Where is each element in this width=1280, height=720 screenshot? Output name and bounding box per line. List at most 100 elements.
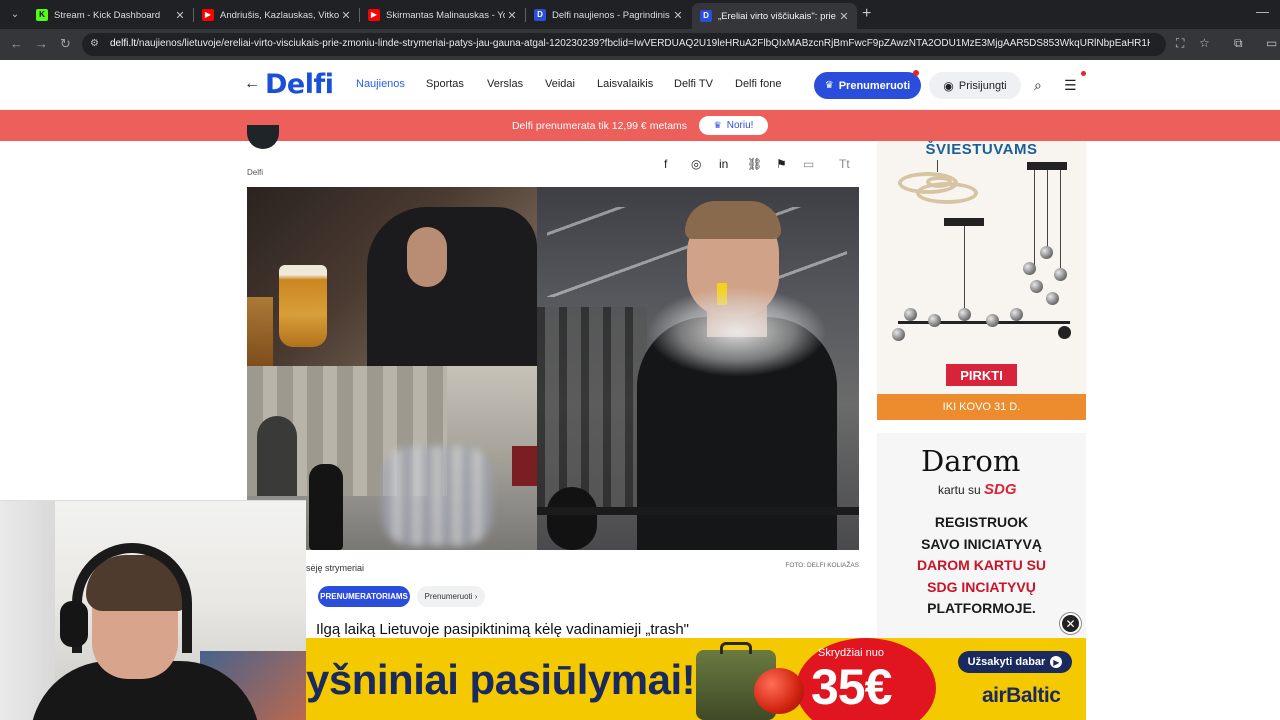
lamp-canopy xyxy=(1027,162,1067,170)
sdg-subtitle: kartu su SDG xyxy=(938,481,1017,498)
webcam-overlay xyxy=(0,500,306,720)
tomato-icon xyxy=(754,668,804,714)
url-host: delfi.lt xyxy=(110,38,137,49)
lamp-ball xyxy=(1054,268,1067,281)
sdg-line: REGISTRUOK xyxy=(934,514,1029,530)
url-bar[interactable]: ⚙ delfi.lt/naujienos/lietuvoje/ereliai-v… xyxy=(82,33,1166,56)
site-info-icon[interactable]: ⚙ xyxy=(90,38,99,49)
headphones-icon xyxy=(72,543,192,653)
back-arrow-icon[interactable]: ← xyxy=(244,75,260,93)
article-source: Delfi xyxy=(247,168,264,177)
lamp-ball xyxy=(1058,326,1071,339)
new-tab-icon[interactable]: + xyxy=(862,5,871,23)
nav-sportas[interactable]: Sportas xyxy=(426,78,464,90)
translate-icon[interactable]: ⛶ xyxy=(1176,36,1184,51)
lamp-ball xyxy=(928,314,941,327)
url-text: delfi.lt/naujienos/lietuvoje/ereliai-vir… xyxy=(110,38,1150,49)
browser-tab[interactable]: K Stream - Kick Dashboard ✕ xyxy=(28,3,193,27)
back-icon[interactable]: ← xyxy=(10,36,23,51)
lamp-ball xyxy=(904,308,917,321)
lamp-ball xyxy=(892,328,905,341)
order-now-label: Užsakyti dabar xyxy=(967,656,1046,668)
nav-veidai[interactable]: Veidai xyxy=(545,78,575,90)
linkedin-icon[interactable]: in xyxy=(719,157,728,171)
delfi-icon: D xyxy=(534,9,546,21)
minimize-icon[interactable]: — xyxy=(1256,4,1269,19)
tab-title: Delfi naujienos - Pagrindinis žin xyxy=(552,9,671,21)
lamp-bar xyxy=(898,321,1070,324)
site-header: ← Delfi Naujienos Sportas Verslas Veidai… xyxy=(0,60,1280,110)
user-icon: ◉ xyxy=(943,78,954,93)
lamp-wire xyxy=(1047,170,1048,254)
bottom-ad-headline: yšniniai pasiūlymai! xyxy=(306,656,696,703)
browser-tab-bar: ⌄ K Stream - Kick Dashboard ✕ ▶ Andriuši… xyxy=(0,0,1280,29)
nav-naujienos[interactable]: Naujienos xyxy=(356,78,405,90)
tab-title: „Ereliai virto viščiukais": prie žm xyxy=(718,10,837,22)
browser-tab[interactable]: D Delfi naujienos - Pagrindinis žin ✕ xyxy=(526,3,691,27)
nav-verslas[interactable]: Verslas xyxy=(487,78,523,90)
subscribe-button[interactable]: ♛ Prenumeruoti xyxy=(814,72,921,99)
bookmark-icon[interactable]: ⚑ xyxy=(776,157,787,171)
promo-button-label: Noriu! xyxy=(726,120,754,131)
nav-delfi-fone[interactable]: Delfi fone xyxy=(735,78,781,90)
ad-close-icon[interactable]: ✕ xyxy=(1060,613,1081,634)
forward-icon[interactable]: → xyxy=(35,36,48,51)
extensions-icon[interactable]: ⧉ xyxy=(1234,36,1243,51)
article-photo-collage xyxy=(247,187,859,550)
order-now-button[interactable]: Užsakyti dabar ▶ xyxy=(958,651,1072,673)
search-icon[interactable]: ⌕ xyxy=(1034,77,1042,94)
sdg-ad-body: REGISTRUOK SAVO INICIATYVĄ DAROM KARTU S… xyxy=(877,512,1086,620)
messenger-icon[interactable]: ◎ xyxy=(691,157,701,171)
promo-button[interactable]: ♛ Noriu! xyxy=(699,116,769,135)
airbaltic-logo: airBaltic xyxy=(982,684,1061,707)
bottom-banner-ad[interactable]: yšniniai pasiūlymai! Skrydžiai nuo 35€ U… xyxy=(306,638,1086,720)
sdg-line: DAROM KARTU SU xyxy=(916,557,1047,573)
lamp-wire xyxy=(937,160,938,172)
lamp-ball xyxy=(1046,292,1059,305)
lamp-ball xyxy=(1023,262,1036,275)
lamp-wire xyxy=(1034,170,1035,270)
subscribers-tag[interactable]: PRENUMERATORIAMS xyxy=(318,586,410,607)
menu-notification-dot xyxy=(1081,71,1086,76)
price-value: 35€ xyxy=(811,659,892,715)
browser-tab[interactable]: ▶ Skirmantas Malinauskas - YouTube ✕ xyxy=(360,3,525,27)
login-label: Prisijungti xyxy=(958,79,1007,92)
text-size-icon[interactable]: Tt xyxy=(839,157,850,171)
lamp-wire xyxy=(964,226,965,308)
browser-tab[interactable]: ▶ Andriušis, Kazlauskas, Vitkovski ✕ xyxy=(194,3,359,27)
copy-link-icon[interactable]: ⛓ xyxy=(747,157,762,171)
close-icon[interactable]: ✕ xyxy=(339,9,353,22)
comment-icon[interactable]: ▭ xyxy=(803,157,814,171)
sdg-line: PLATFORMOJE. xyxy=(927,600,1036,616)
subscribe-link-label: Prenumeruoti xyxy=(424,592,473,601)
crown-icon: ♛ xyxy=(824,80,834,91)
hamburger-menu-icon[interactable]: ☰ xyxy=(1064,77,1077,94)
promo-text: Delfi prenumerata tik 12,99 € metams xyxy=(511,119,688,132)
close-icon[interactable]: ✕ xyxy=(671,9,685,22)
bookmark-star-icon[interactable]: ☆ xyxy=(1199,36,1210,50)
browser-tab-active[interactable]: D „Ereliai virto viščiukais": prie žm ✕ xyxy=(692,3,857,29)
delfi-icon: D xyxy=(700,10,712,22)
nav-delfi-tv[interactable]: Delfi TV xyxy=(674,78,713,90)
lamp-ball xyxy=(1010,308,1023,321)
lamp-wire xyxy=(1060,170,1061,280)
darom-logo: Darom xyxy=(921,444,1021,478)
close-icon[interactable]: ✕ xyxy=(837,10,851,23)
address-toolbar: ← → ↻ ⚙ delfi.lt/naujienos/lietuvoje/ere… xyxy=(0,29,1280,60)
buy-button[interactable]: PIRKTI xyxy=(946,364,1017,386)
photo-caption: sėję strymeriai xyxy=(306,563,365,573)
tab-search-icon[interactable]: ⌄ xyxy=(6,6,24,24)
youtube-icon: ▶ xyxy=(202,9,214,21)
reload-icon[interactable]: ↻ xyxy=(60,36,71,52)
profile-icon[interactable]: ▭ xyxy=(1266,36,1277,50)
nav-laisvalaikis[interactable]: Laisvalaikis xyxy=(597,78,653,90)
login-button[interactable]: ◉ Prisijungti xyxy=(929,72,1021,99)
article-lead: Ilgą laiką Lietuvoje pasipiktinimą kėlę … xyxy=(316,621,690,638)
tab-title: Skirmantas Malinauskas - YouTube xyxy=(386,9,505,21)
chevron-right-icon: › xyxy=(474,592,478,601)
facebook-icon[interactable]: f xyxy=(664,157,667,171)
subscribe-link[interactable]: Prenumeruoti › xyxy=(417,586,485,607)
close-icon[interactable]: ✕ xyxy=(173,9,187,22)
delfi-logo[interactable]: Delfi xyxy=(265,69,334,100)
close-icon[interactable]: ✕ xyxy=(505,9,519,22)
